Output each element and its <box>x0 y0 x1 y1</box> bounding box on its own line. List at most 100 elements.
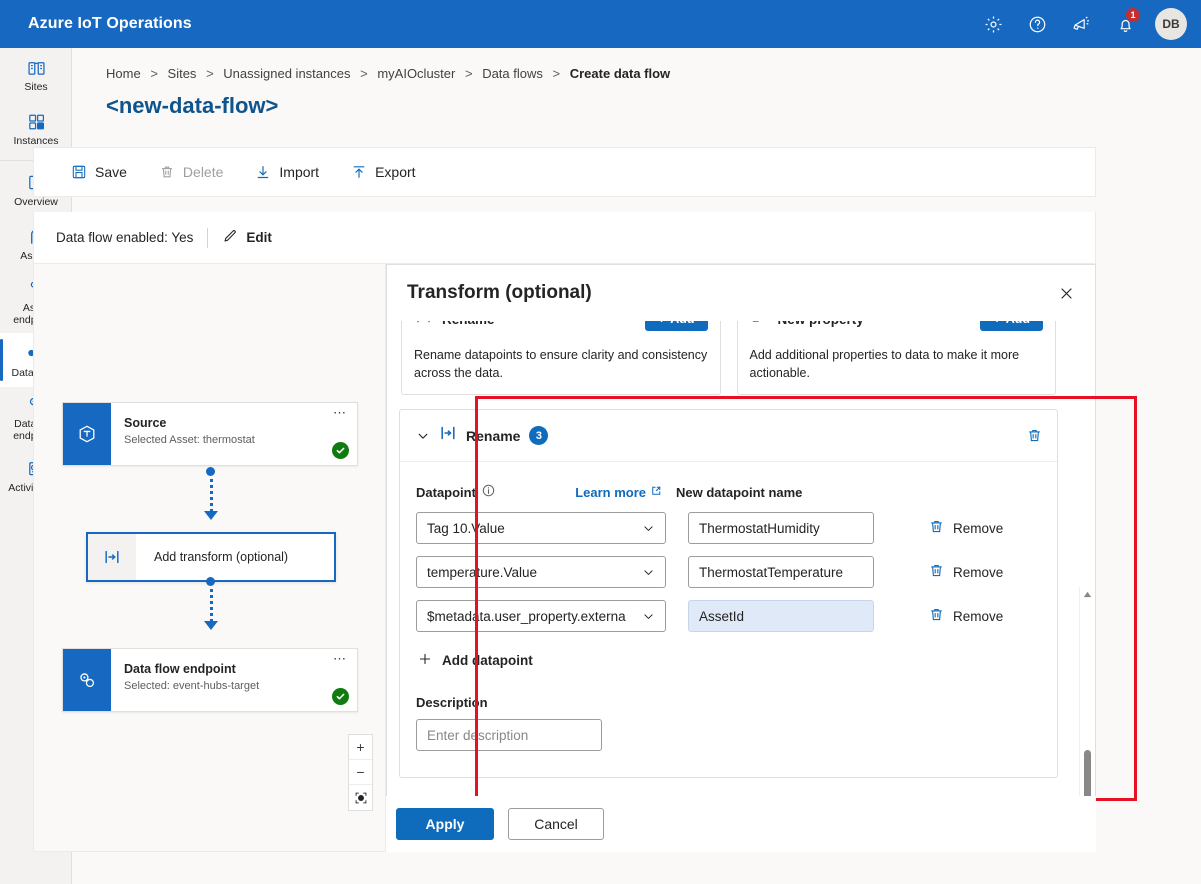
source-cube-icon <box>63 403 111 465</box>
new-datapoint-name-input[interactable]: ThermostatHumidity <box>688 512 874 544</box>
sidebar-item-sites[interactable]: Sites <box>0 48 72 102</box>
delete-label: Delete <box>182 164 224 180</box>
rename-row: Tag 10.Value ThermostatHumidity Remove <box>416 512 1041 544</box>
add-new-property-button[interactable]: + Add <box>980 321 1043 331</box>
edit-button[interactable]: Edit <box>222 228 272 247</box>
source-node-title: Source <box>124 416 167 430</box>
delete-rename-section-trash-icon[interactable] <box>1026 427 1043 444</box>
transform-panel-footer: Apply Cancel <box>386 796 1096 852</box>
add-transform-node[interactable]: Add transform (optional) <box>86 532 336 582</box>
add-datapoint-label: Add datapoint <box>442 653 533 668</box>
transform-option-cards: Rename + Add Rename datapoints to ensure… <box>399 321 1058 395</box>
remove-label: Remove <box>953 564 1004 580</box>
datapoint-column-header-group: Datapoint Learn more <box>416 484 676 500</box>
datapoint-select-value: Tag 10.Value <box>427 520 505 536</box>
description-input[interactable]: Enter description <box>416 719 602 751</box>
remove-label: Remove <box>953 520 1004 536</box>
close-icon[interactable] <box>1051 278 1081 308</box>
sidebar-item-label: Overview <box>14 196 58 208</box>
transform-panel: Transform (optional) Rename datapoints t… <box>386 264 1096 852</box>
help-icon[interactable] <box>1015 0 1059 48</box>
new-property-option-card[interactable]: New property + Add Add additional proper… <box>736 321 1056 395</box>
add-rename-button[interactable]: + Add <box>644 321 708 331</box>
datapoint-select-value: $metadata.user_property.externa <box>427 608 626 624</box>
fit-to-screen-icon[interactable] <box>349 785 372 810</box>
rename-option-card[interactable]: Rename + Add Rename datapoints to ensure… <box>401 321 721 395</box>
source-status-badge <box>332 442 349 459</box>
data-flow-canvas[interactable]: Source Selected Asset: thermostat ⋯ Add … <box>33 264 386 852</box>
source-node-body: Source Selected Asset: thermostat ⋯ <box>111 403 357 465</box>
chevron-down-icon[interactable] <box>416 429 438 443</box>
scroll-up-arrow-icon[interactable] <box>1080 587 1094 602</box>
trash-icon <box>928 518 945 538</box>
import-arrow-down-icon <box>255 164 271 180</box>
source-node-more-menu[interactable]: ⋯ <box>333 406 347 419</box>
breadcrumb-item[interactable]: Data flows <box>482 66 543 81</box>
import-button[interactable]: Import <box>243 158 331 186</box>
sites-icon <box>26 57 47 78</box>
breadcrumb-item[interactable]: myAIOcluster <box>377 66 455 81</box>
datapoint-column-header: Datapoint <box>416 484 495 500</box>
new-datapoint-name-column-header-group: New datapoint name <box>676 485 876 500</box>
new-datapoint-name-header: New datapoint name <box>676 485 803 500</box>
import-label: Import <box>279 164 320 180</box>
apply-button[interactable]: Apply <box>396 808 494 840</box>
transform-panel-title: Transform (optional) <box>407 282 592 303</box>
description-placeholder: Enter description <box>427 727 529 743</box>
new-datapoint-name-value: AssetId <box>699 608 745 624</box>
export-label: Export <box>375 164 416 180</box>
breadcrumb-separator: > <box>360 66 368 81</box>
new-datapoint-name-input[interactable]: ThermostatTemperature <box>688 556 874 588</box>
cancel-button[interactable]: Cancel <box>508 808 604 840</box>
feedback-megaphone-icon[interactable] <box>1059 0 1103 48</box>
export-button[interactable]: Export <box>339 158 427 186</box>
notifications-bell-icon[interactable]: 1 <box>1103 0 1147 48</box>
zoom-in-button[interactable]: + <box>349 735 372 760</box>
page-title: <new-data-flow> <box>106 93 279 118</box>
zoom-out-button[interactable]: − <box>349 760 372 785</box>
trash-icon <box>159 164 175 180</box>
datapoint-select[interactable]: Tag 10.Value <box>416 512 666 544</box>
rename-column-headers: Datapoint Learn more New datapoint name <box>416 484 1041 501</box>
breadcrumb-item[interactable]: Home <box>106 66 141 81</box>
trash-icon <box>928 606 945 626</box>
remove-datapoint-button[interactable]: Remove <box>928 562 1003 582</box>
transform-panel-scroll-area[interactable]: Rename + Add Rename datapoints to ensure… <box>387 321 1095 803</box>
connector-arrow-1 <box>204 511 218 520</box>
new-property-option-card-description: Add additional properties to data to mak… <box>749 348 1020 380</box>
datapoint-select[interactable]: $metadata.user_property.externa <box>416 600 666 632</box>
learn-more-link[interactable]: Learn more <box>575 485 662 500</box>
user-avatar[interactable]: DB <box>1155 8 1187 40</box>
destination-node-title: Data flow endpoint <box>124 662 236 676</box>
remove-datapoint-button[interactable]: Remove <box>928 606 1003 626</box>
save-icon <box>71 164 87 180</box>
info-icon[interactable] <box>482 484 495 500</box>
datapoint-label: Datapoint <box>416 484 476 500</box>
transform-panel-header: Transform (optional) <box>387 265 1095 321</box>
description-label: Description <box>416 695 488 710</box>
rename-section-icon <box>438 423 458 448</box>
datapoint-select[interactable]: temperature.Value <box>416 556 666 588</box>
vertical-divider <box>207 227 209 248</box>
save-button[interactable]: Save <box>59 158 139 186</box>
add-datapoint-button[interactable]: Add datapoint <box>418 652 1041 669</box>
rename-section-title: Rename <box>466 427 521 444</box>
destination-node-body: Data flow endpoint Selected: event-hubs-… <box>111 649 357 711</box>
new-property-option-card-title: New property <box>778 321 864 327</box>
breadcrumb-item[interactable]: Unassigned instances <box>223 66 350 81</box>
remove-datapoint-button[interactable]: Remove <box>928 518 1003 538</box>
breadcrumb-item[interactable]: Sites <box>168 66 197 81</box>
breadcrumb: Home > Sites > Unassigned instances > my… <box>72 48 1201 81</box>
top-bar-actions: 1 DB <box>971 0 1201 48</box>
connector-line-1 <box>210 472 213 512</box>
destination-node[interactable]: Data flow endpoint Selected: event-hubs-… <box>62 648 358 712</box>
gear-icon[interactable] <box>971 0 1015 48</box>
destination-node-more-menu[interactable]: ⋯ <box>333 652 347 665</box>
plus-icon: + <box>993 321 1000 326</box>
export-arrow-up-icon <box>351 164 367 180</box>
new-datapoint-name-input[interactable]: AssetId <box>688 600 874 632</box>
source-node[interactable]: Source Selected Asset: thermostat ⋯ <box>62 402 358 466</box>
new-property-option-card-header: New property + Add <box>750 321 1043 332</box>
rename-section-header: Rename 3 <box>400 410 1057 462</box>
connector-line-2 <box>210 582 213 622</box>
